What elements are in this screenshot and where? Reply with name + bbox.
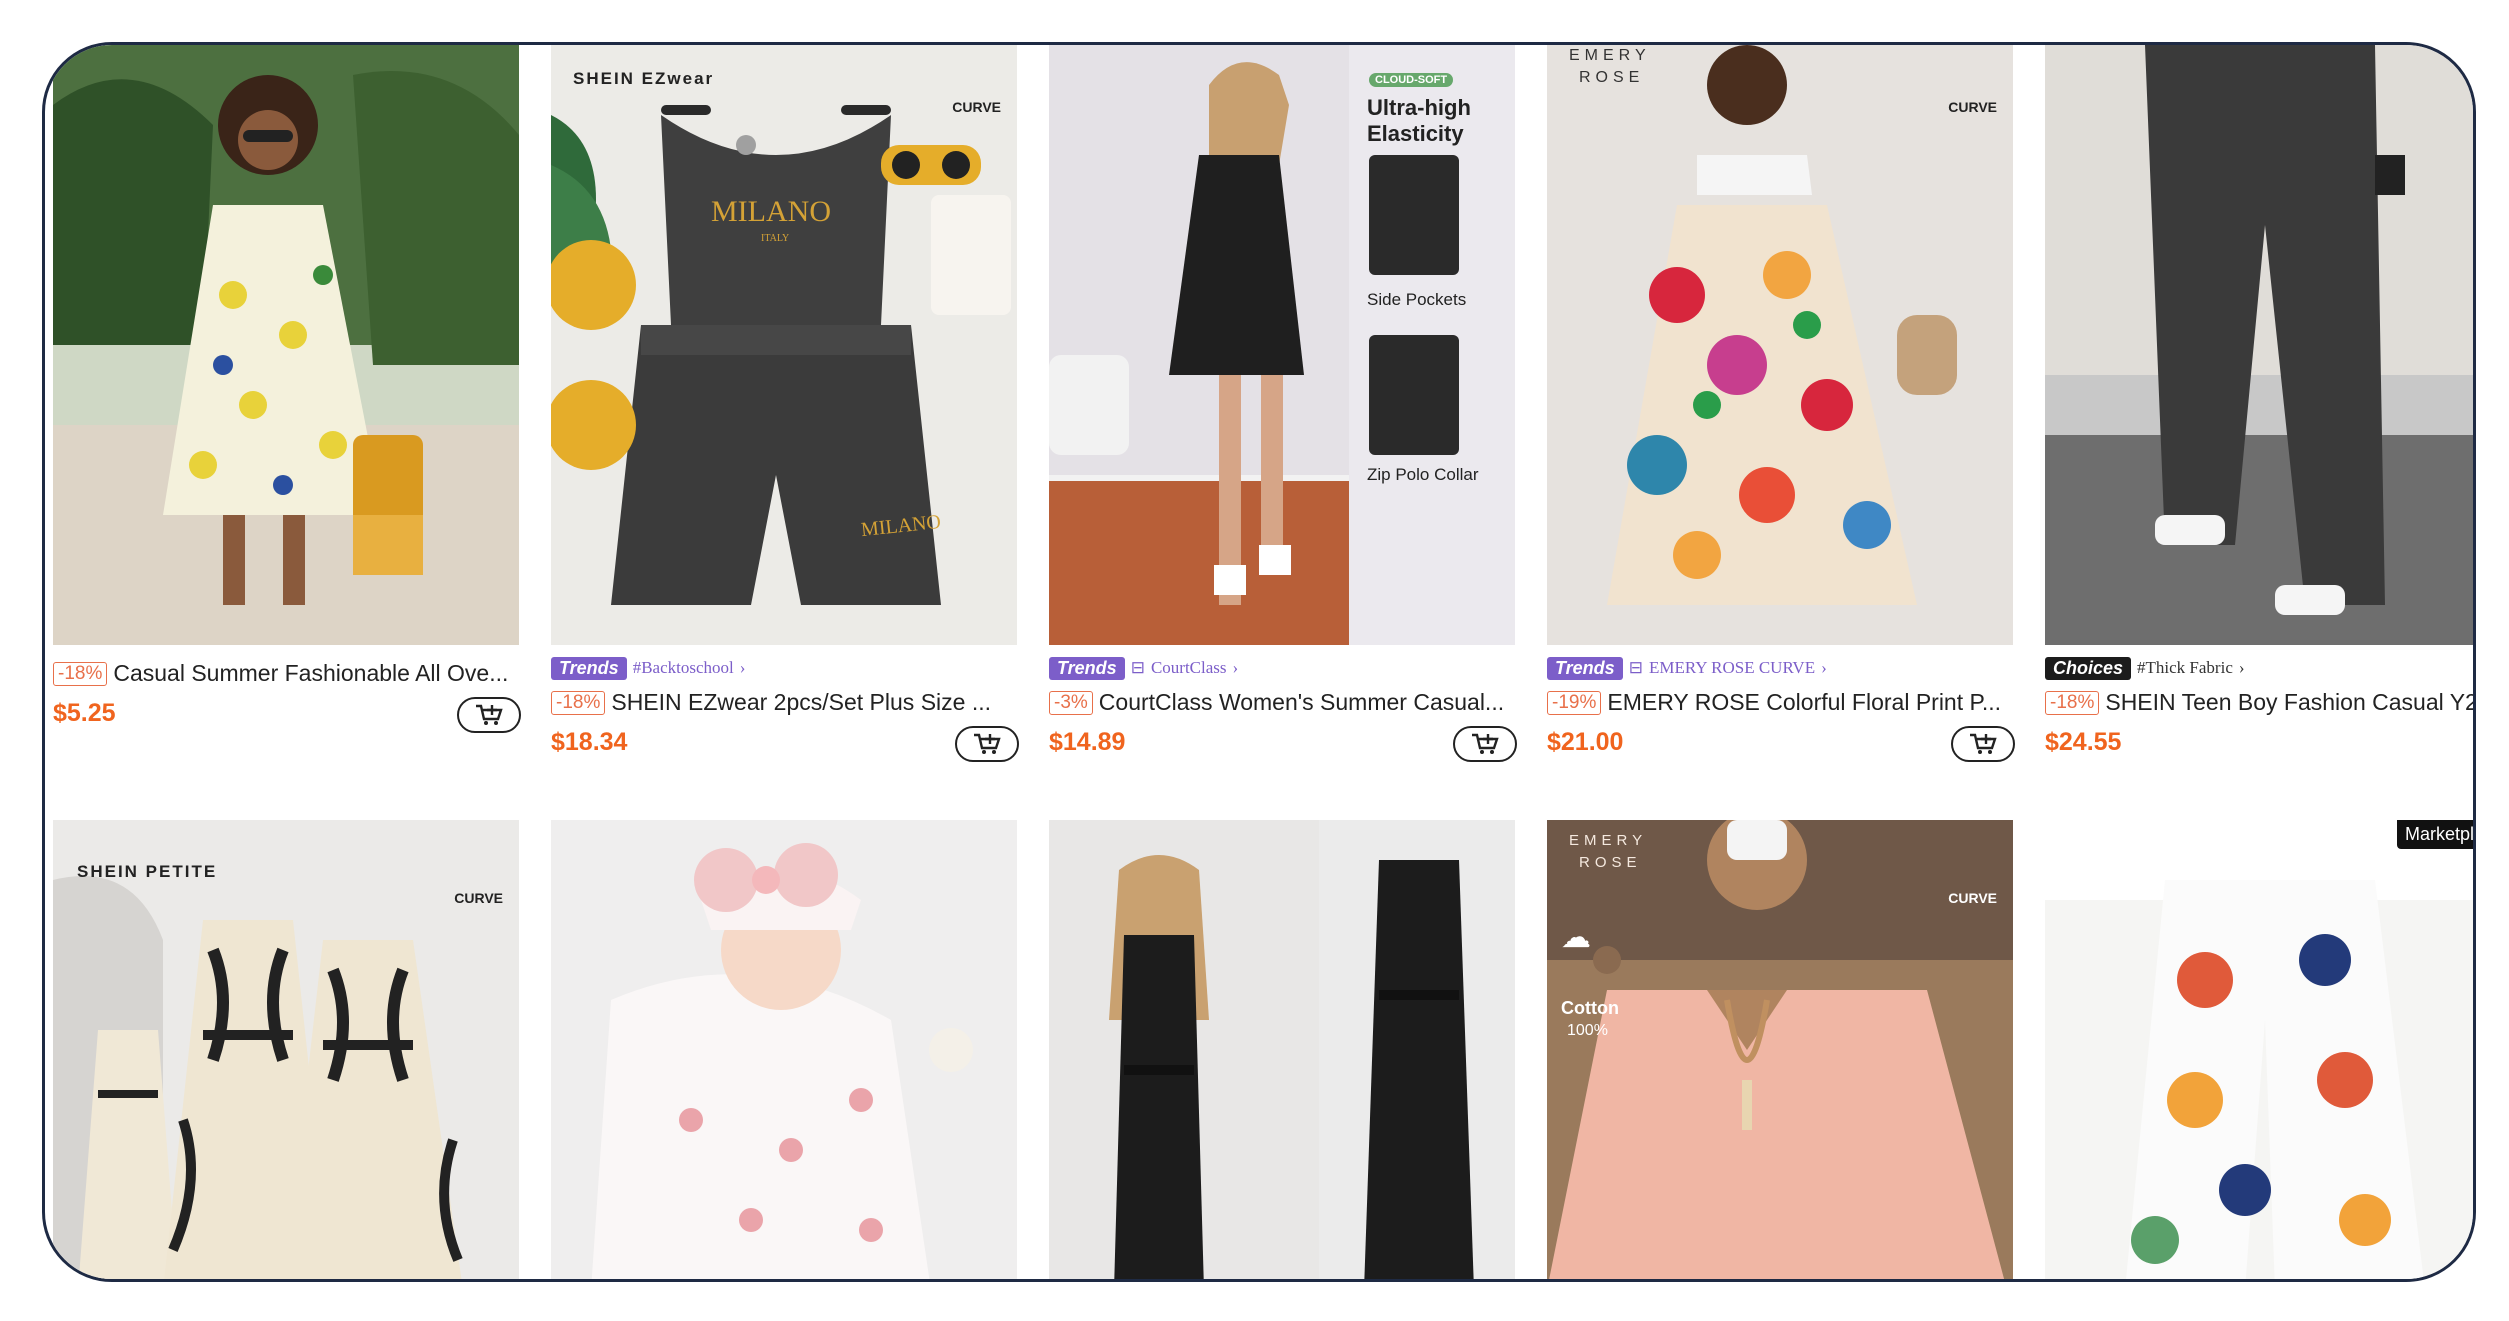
trends-badge: Trends: [1547, 656, 1623, 680]
discount-badge: -19%: [1547, 690, 1602, 715]
curve-label: CURVE: [454, 890, 503, 906]
product-price: $5.25: [53, 699, 116, 727]
discount-badge: -18%: [53, 661, 108, 686]
print-subtext: ITALY: [761, 233, 790, 244]
product-price: $18.34: [551, 728, 628, 756]
discount-badge: -18%: [551, 690, 606, 715]
brand-line-2: ROSE: [1579, 69, 1645, 86]
cart-plus-icon: [974, 733, 1001, 754]
trends-badge: Trends: [1049, 656, 1125, 680]
cloud-icon: ☁: [1561, 921, 1591, 954]
trend-tag[interactable]: EMERY ROSE CURVE: [1649, 658, 1815, 678]
add-to-cart-button[interactable]: [1951, 726, 2015, 762]
feature-label-1: Side Pockets: [1367, 290, 1467, 309]
cart-plus-icon: [1472, 733, 1499, 754]
curve-label: CURVE: [952, 99, 1001, 115]
tag-row[interactable]: Trends ⊟ CourtClass ›: [1049, 655, 1238, 681]
product-image[interactable]: [1049, 820, 1515, 1279]
add-to-cart-button[interactable]: [1453, 726, 1517, 762]
product-title[interactable]: -3% CourtClass Women's Summer Casual...: [1049, 689, 1515, 716]
feature-label-2: Zip Polo Collar: [1367, 465, 1479, 484]
chevron-right-icon: ›: [1232, 658, 1239, 677]
product-price: $14.89: [1049, 728, 1126, 756]
chevron-right-icon: ›: [739, 658, 746, 677]
choices-badge: Choices: [2045, 656, 2132, 680]
trend-tag[interactable]: CourtClass: [1151, 658, 1227, 678]
curve-label: CURVE: [1948, 99, 1997, 115]
tag-row[interactable]: Trends ⊟ EMERY ROSE CURVE ›: [1547, 655, 1827, 681]
product-title[interactable]: -18% SHEIN EZwear 2pcs/Set Plus Size ...: [551, 689, 1017, 716]
chevron-right-icon: ›: [2238, 658, 2245, 677]
product-image[interactable]: [551, 820, 1017, 1279]
product-grid-frame: -18% Casual Summer Fashionable All Ove..…: [42, 42, 2476, 1282]
brand-line-2: ROSE: [1579, 854, 1642, 871]
chevron-right-icon: ›: [1821, 658, 1827, 677]
product-image[interactable]: [2045, 45, 2473, 645]
cotton-label: Cotton: [1561, 998, 1619, 1018]
trend-tag[interactable]: #Backtoschool: [633, 658, 734, 678]
product-price: $24.55: [2045, 728, 2122, 756]
feature-title-line-2: Elasticity: [1367, 121, 1464, 146]
trends-badge: Trends: [551, 656, 627, 680]
store-icon: ⊟: [1628, 658, 1643, 677]
product-title[interactable]: -18% SHEIN Teen Boy Fashion Casual Y2...: [2045, 689, 2473, 716]
marketplace-badge: Marketplace: [2396, 820, 2473, 849]
print-text: MILANO: [711, 195, 831, 228]
discount-badge: -3%: [1049, 690, 1093, 715]
brand-overlay: SHEIN EZwear: [573, 69, 715, 88]
tag-row[interactable]: Trends #Backtoschool ›: [551, 655, 745, 681]
product-image[interactable]: EMERY ROSE CURVE: [1547, 45, 2013, 645]
brand-line-1: EMERY: [1569, 832, 1648, 849]
product-image[interactable]: Marketplace: [2045, 820, 2473, 1279]
product-image[interactable]: EMERY ROSE CURVE ☁ Cotton 100%: [1547, 820, 2013, 1279]
product-image[interactable]: SHEIN EZwear CURVE MILANO ITALY MILANO: [551, 45, 1017, 645]
cotton-percent: 100%: [1567, 1022, 1608, 1039]
cart-plus-icon: [1970, 733, 1997, 754]
feature-title-line-1: Ultra-high: [1367, 95, 1471, 120]
brand-overlay: SHEIN PETITE: [77, 862, 218, 881]
product-image[interactable]: SHEIN PETITE CURVE: [53, 820, 519, 1279]
store-icon: ⊟: [1130, 658, 1145, 677]
product-title[interactable]: -18% Casual Summer Fashionable All Ove..…: [53, 660, 519, 687]
product-title[interactable]: -19% EMERY ROSE Colorful Floral Print P.…: [1547, 689, 2013, 716]
tag-row[interactable]: Choices #Thick Fabric ›: [2045, 655, 2245, 681]
product-image[interactable]: [53, 45, 519, 645]
choice-tag[interactable]: #Thick Fabric: [2137, 658, 2233, 678]
add-to-cart-button[interactable]: [955, 726, 1019, 762]
add-to-cart-button[interactable]: [457, 697, 521, 733]
brand-line-1: EMERY: [1569, 47, 1651, 64]
product-image[interactable]: CLOUD-SOFT Ultra-high Elasticity Side Po…: [1049, 45, 1515, 645]
discount-badge: -18%: [2045, 690, 2100, 715]
product-price: $21.00: [1547, 728, 1624, 756]
feature-badge: CLOUD-SOFT: [1369, 73, 1454, 87]
curve-label: CURVE: [1948, 890, 1997, 906]
cart-plus-icon: [476, 704, 503, 725]
